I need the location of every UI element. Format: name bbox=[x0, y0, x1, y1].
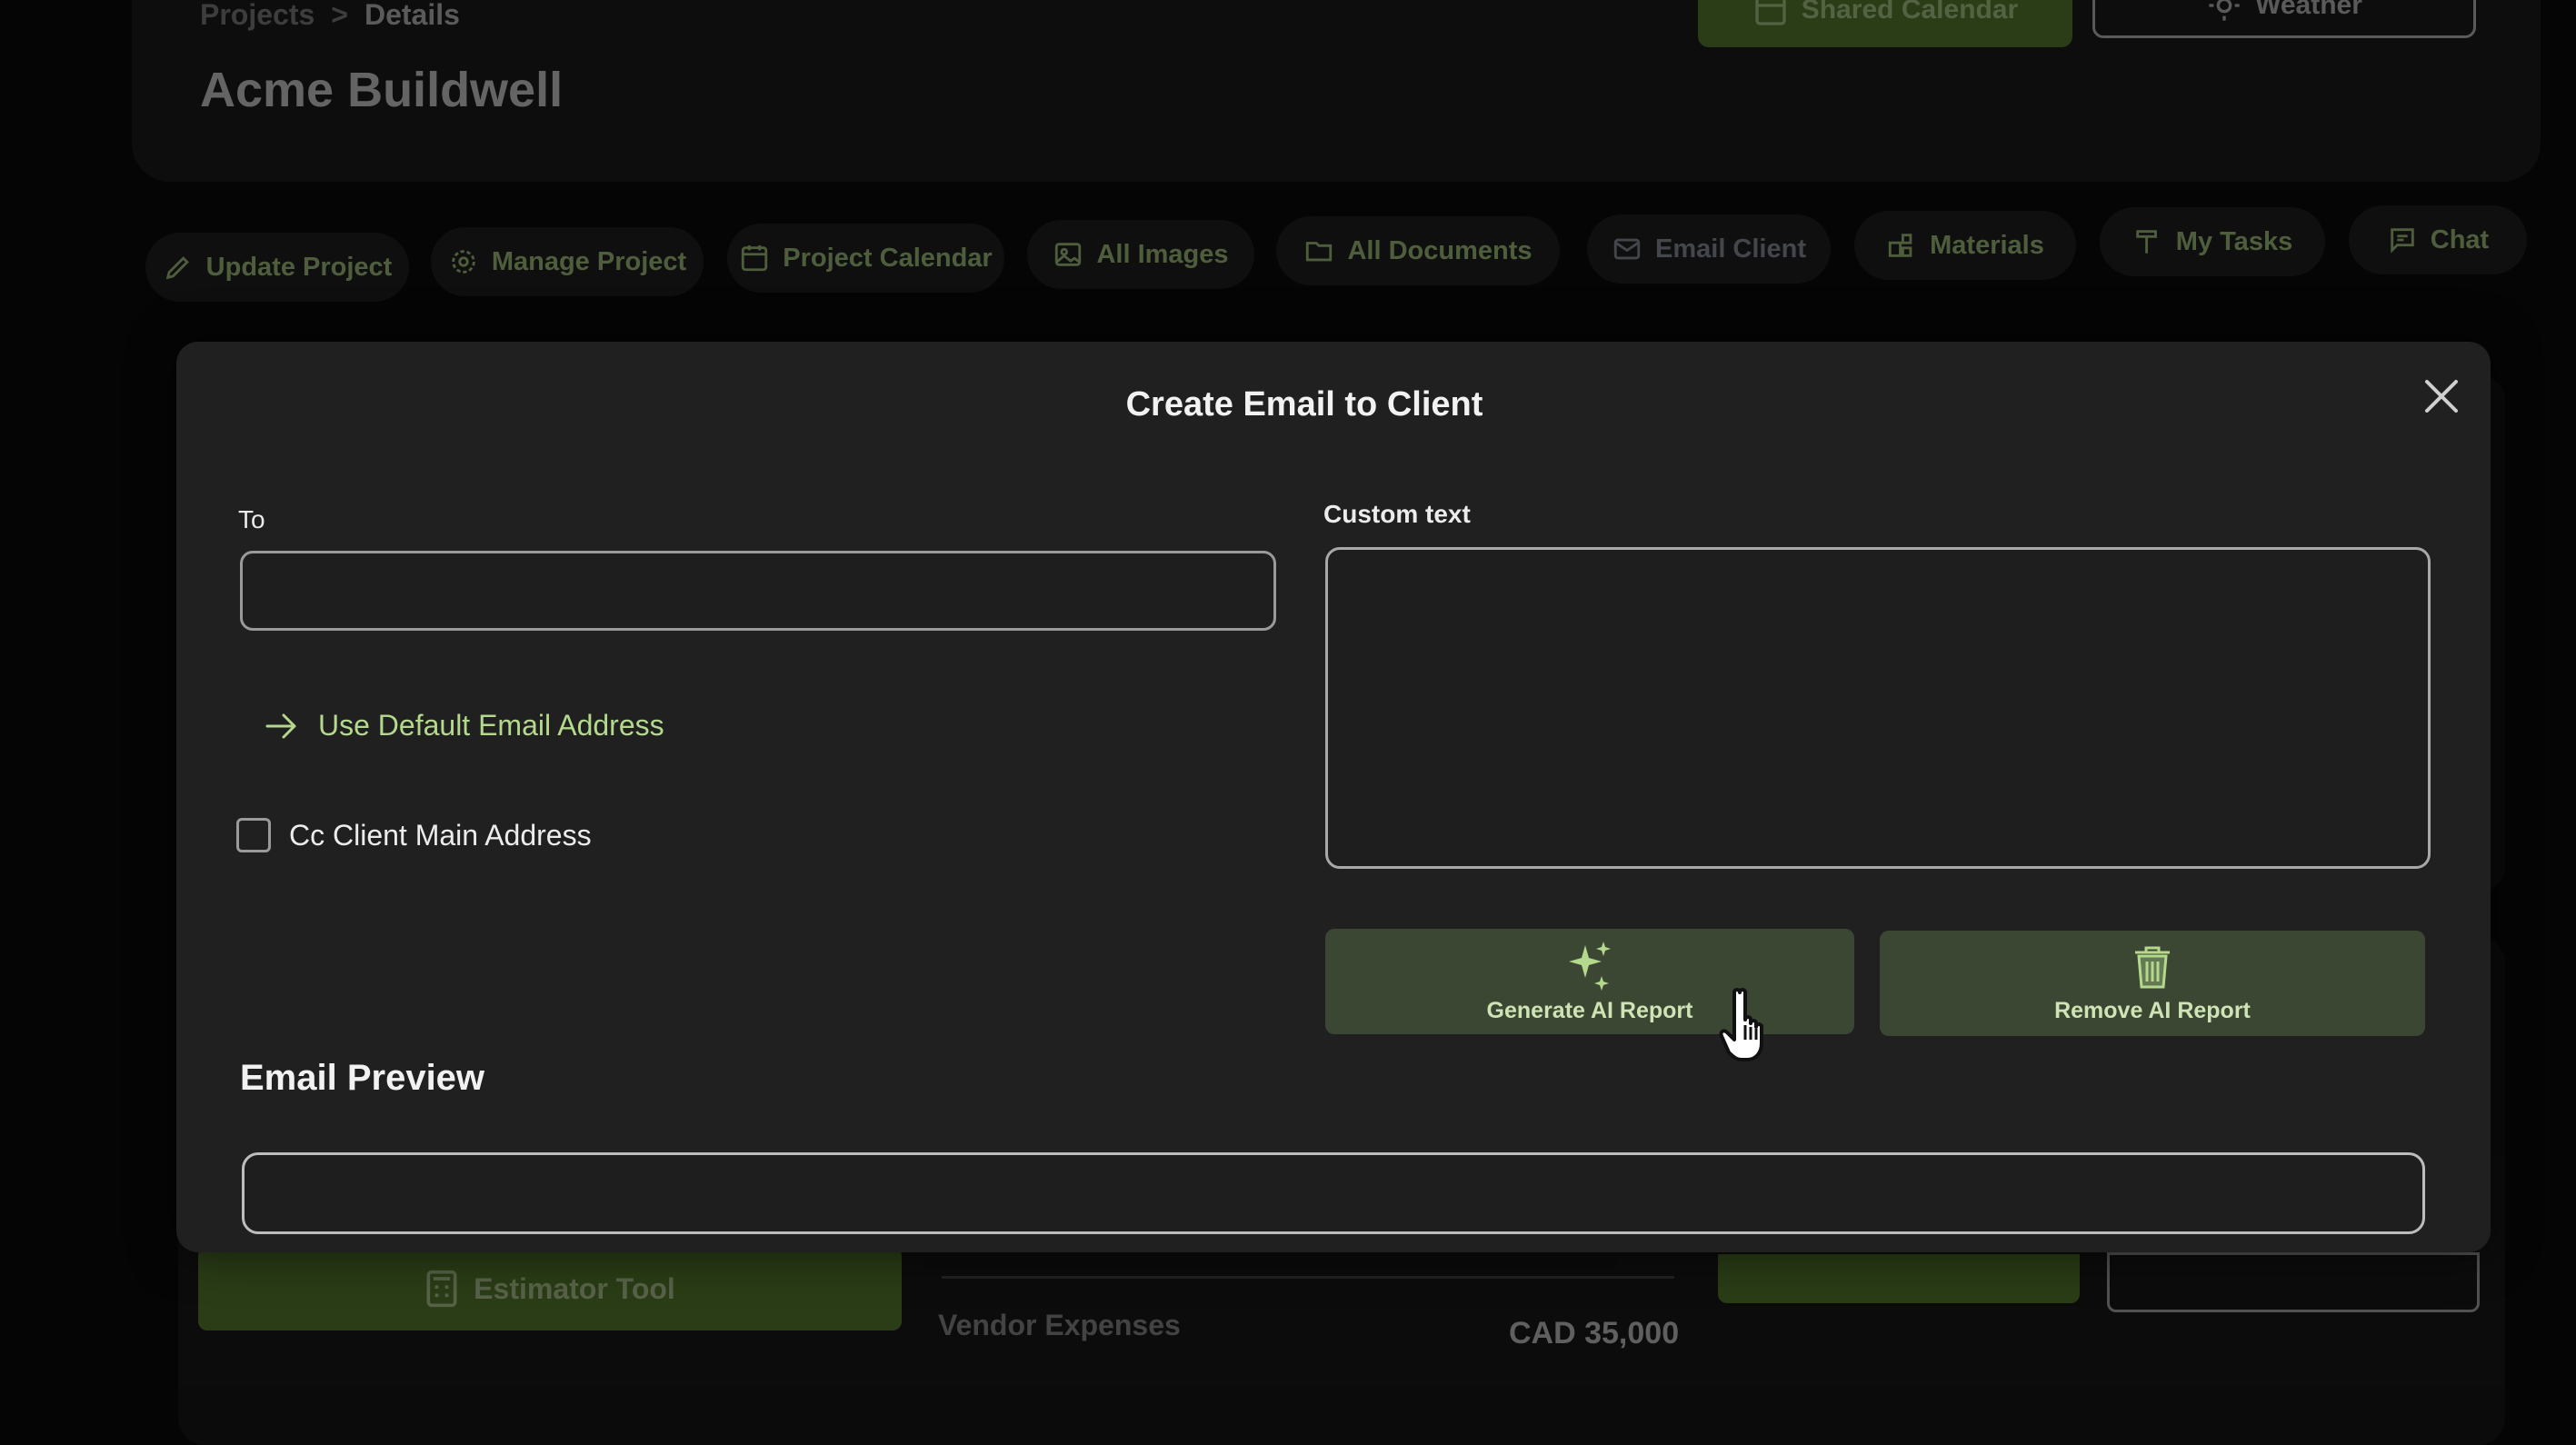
project-tabs: Update Project Manage Project Project Ca… bbox=[145, 204, 2554, 304]
use-default-email-label: Use Default Email Address bbox=[318, 709, 664, 742]
image-icon bbox=[1055, 243, 1082, 266]
tab-materials[interactable]: Materials bbox=[1854, 211, 2076, 280]
tab-manage-project[interactable]: Manage Project bbox=[431, 227, 704, 296]
tab-update-project[interactable]: Update Project bbox=[145, 233, 409, 302]
cc-client-row: Cc Client Main Address bbox=[236, 818, 592, 852]
tab-label: Materials bbox=[1930, 230, 2044, 260]
chat-icon bbox=[2391, 228, 2414, 254]
tab-label: Update Project bbox=[205, 252, 393, 282]
vendor-expenses-amount: CAD 35,000 bbox=[1509, 1316, 1680, 1350]
breadcrumb-current: Details bbox=[364, 0, 460, 31]
remove-ai-report-button[interactable]: Remove AI Report bbox=[1880, 931, 2425, 1036]
tab-chat[interactable]: Chat bbox=[2349, 205, 2527, 274]
page-title: Acme Buildwell bbox=[200, 63, 564, 117]
vendor-expenses-label: Vendor Expenses bbox=[938, 1309, 1181, 1341]
sparkles-icon bbox=[1569, 941, 1611, 991]
tab-label: All Documents bbox=[1347, 235, 1533, 265]
arrow-right-icon bbox=[265, 713, 296, 738]
tab-label: Chat bbox=[2430, 224, 2490, 254]
tab-label: Email Client bbox=[1655, 234, 1806, 264]
trash-icon bbox=[2135, 946, 2170, 988]
custom-text-textarea[interactable] bbox=[1325, 547, 2431, 869]
modal-title: Create Email to Client bbox=[1125, 385, 1483, 424]
calendar-icon bbox=[742, 244, 768, 272]
tab-label: My Tasks bbox=[2175, 226, 2293, 256]
remove-ai-report-label: Remove AI Report bbox=[2054, 997, 2251, 1023]
breadcrumb-separator: > bbox=[331, 0, 348, 31]
tab-label: Project Calendar bbox=[783, 243, 993, 273]
mail-icon bbox=[1613, 238, 1641, 260]
tab-all-images[interactable]: All Images bbox=[1027, 220, 1254, 289]
cc-client-label: Cc Client Main Address bbox=[289, 818, 592, 852]
to-label: To bbox=[238, 505, 265, 533]
shared-calendar-label: Shared Calendar bbox=[1801, 0, 2019, 25]
tab-label: Manage Project bbox=[491, 246, 687, 276]
cc-client-checkbox[interactable] bbox=[236, 818, 271, 852]
sun-icon bbox=[2209, 0, 2240, 21]
tab-my-tasks[interactable]: My Tasks bbox=[2100, 207, 2325, 276]
tab-all-documents[interactable]: All Documents bbox=[1276, 216, 1560, 285]
hand-pointer-cursor-icon bbox=[1718, 985, 1787, 1063]
weather-button[interactable]: Weather bbox=[2092, 0, 2476, 38]
pencil-icon bbox=[165, 256, 189, 280]
divider bbox=[942, 1276, 1674, 1279]
use-default-email-link[interactable]: Use Default Email Address bbox=[264, 709, 664, 742]
breadcrumb: Projects > Details bbox=[200, 0, 460, 32]
custom-text-label: Custom text bbox=[1323, 500, 1471, 528]
tab-email-client[interactable]: Email Client bbox=[1587, 214, 1831, 284]
tab-project-calendar[interactable]: Project Calendar bbox=[727, 224, 1004, 293]
gear-icon bbox=[452, 250, 475, 274]
hammer-icon bbox=[2136, 230, 2157, 254]
generate-ai-report-label: Generate AI Report bbox=[1486, 997, 1693, 1023]
background-outline-button[interactable] bbox=[2107, 1252, 2480, 1312]
to-email-input[interactable] bbox=[240, 551, 1276, 631]
email-preview-box[interactable] bbox=[242, 1152, 2425, 1234]
materials-icon bbox=[1888, 234, 1912, 257]
email-preview-heading: Email Preview bbox=[240, 1058, 485, 1098]
estimator-tool-label: Estimator Tool bbox=[474, 1271, 675, 1305]
weather-label: Weather bbox=[2255, 0, 2362, 20]
breadcrumb-parent[interactable]: Projects bbox=[200, 0, 315, 32]
calculator-icon bbox=[426, 1270, 457, 1308]
close-button[interactable] bbox=[2421, 376, 2461, 416]
estimator-tool-button[interactable]: Estimator Tool bbox=[198, 1247, 902, 1330]
background-green-button[interactable] bbox=[1718, 1254, 2080, 1303]
shared-calendar-button[interactable]: Shared Calendar bbox=[1698, 0, 2072, 47]
close-icon bbox=[2425, 380, 2458, 413]
calendar-icon bbox=[1755, 0, 1786, 25]
tab-label: All Images bbox=[1096, 239, 1229, 269]
folder-icon bbox=[1306, 242, 1333, 262]
